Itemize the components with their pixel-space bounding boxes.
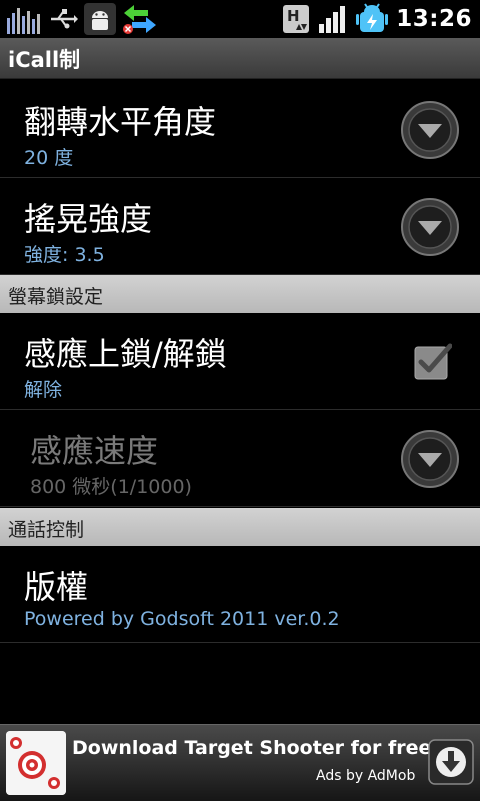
pref-title: 感應速度 — [30, 432, 159, 470]
status-icons-left — [6, 2, 158, 36]
pref-summary: 800 微秒(1/1000) — [30, 476, 192, 498]
category-label: 通話控制 — [8, 519, 85, 541]
category-screen-lock: 螢幕鎖設定 — [0, 275, 480, 313]
pref-summary: Powered by Godsoft 2011 ver.0.2 — [24, 608, 340, 630]
pref-title: 搖晃強度 — [24, 200, 153, 238]
android-debug-icon — [84, 3, 116, 35]
dropdown-arrow-icon[interactable] — [400, 429, 460, 489]
signal-icon — [319, 6, 346, 33]
target-icon — [6, 731, 66, 795]
pref-title: 版權 — [24, 568, 89, 606]
equalizer-icon — [7, 8, 40, 34]
sync-arrows-icon — [123, 5, 156, 34]
svg-text:H: H — [287, 7, 300, 25]
pref-summary: 解除 — [24, 379, 63, 401]
usb-icon — [51, 9, 78, 29]
pref-title: 感應上鎖/解鎖 — [24, 335, 227, 373]
pref-copyright[interactable]: 版權 Powered by Godsoft 2011 ver.0.2 — [0, 546, 480, 643]
download-icon[interactable] — [428, 739, 474, 785]
dropdown-arrow-icon[interactable] — [400, 100, 460, 160]
title-bar: iCall制 — [0, 38, 480, 79]
ad-title[interactable]: Download Target Shooter for free! — [72, 737, 440, 759]
pref-shake-strength[interactable]: 搖晃強度 強度: 3.5 — [0, 178, 480, 275]
battery-charging-icon — [356, 3, 389, 32]
category-label: 螢幕鎖設定 — [8, 286, 104, 308]
status-bar: H 13:26 — [0, 0, 480, 38]
pref-summary: 20 度 — [24, 147, 74, 169]
status-icons-right: H 13:26 — [282, 2, 472, 36]
pref-sensor-speed[interactable]: 感應速度 800 微秒(1/1000) — [0, 410, 480, 507]
ad-attribution: Ads by AdMob — [316, 768, 416, 784]
clock: 13:26 — [396, 6, 472, 32]
ad-banner[interactable]: Download Target Shooter for free! Ads by… — [0, 724, 480, 801]
category-call-control: 通話控制 — [0, 508, 480, 546]
dropdown-arrow-icon[interactable] — [400, 197, 460, 257]
pref-title: 翻轉水平角度 — [24, 103, 217, 141]
pref-sensor-lock[interactable]: 感應上鎖/解鎖 解除 — [0, 313, 480, 410]
pref-flip-angle[interactable]: 翻轉水平角度 20 度 — [0, 81, 480, 178]
pref-summary: 強度: 3.5 — [24, 244, 105, 266]
app-title: iCall制 — [8, 48, 81, 72]
checkbox-checked-icon[interactable] — [414, 342, 452, 380]
h-network-icon: H — [283, 5, 310, 33]
